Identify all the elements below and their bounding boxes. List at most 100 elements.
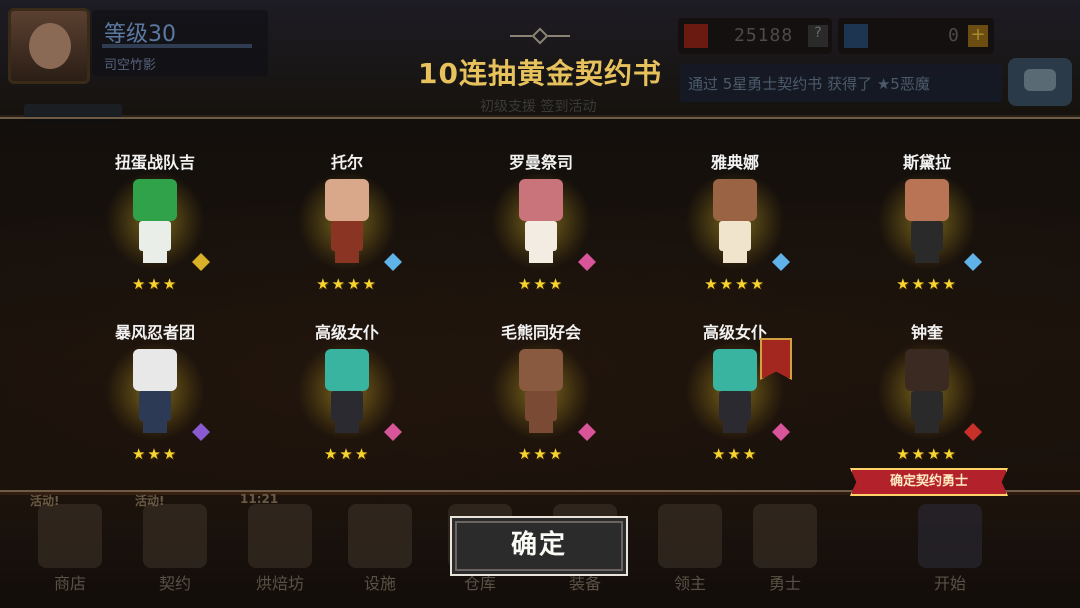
- hero-body: [911, 391, 943, 421]
- gold-icon: [684, 24, 708, 48]
- hero-sprite: [705, 179, 765, 265]
- gem-icon: [844, 24, 868, 48]
- nav-badge: 活动!: [30, 494, 60, 508]
- hero-legs: [915, 251, 939, 263]
- hero-body: [331, 391, 363, 421]
- hero-body: [719, 391, 751, 421]
- gem-counter: 0 +: [838, 18, 994, 54]
- hero-card[interactable]: 雅典娜 ★★★★: [660, 149, 810, 309]
- nav-icon: [143, 504, 207, 568]
- activity-labels: 初级支援 签到活动: [480, 96, 596, 116]
- hero-head: [519, 349, 563, 391]
- hero-sprite: [897, 179, 957, 265]
- hero-head: [713, 179, 757, 221]
- weapon-type-icon: [384, 253, 402, 271]
- weapon-type-icon: [964, 423, 982, 441]
- hero-legs: [723, 421, 747, 433]
- hero-card[interactable]: 钟奎 ★★★★: [852, 319, 1002, 479]
- hero-name: 斯黛拉: [902, 153, 951, 172]
- hero-stars: ★★★: [517, 275, 565, 293]
- hero-body: [525, 221, 557, 251]
- hero-stars: ★★★: [323, 445, 371, 463]
- exp-bar: [102, 44, 252, 48]
- nav-icon: [38, 504, 102, 568]
- nav-item[interactable]: 勇士: [745, 494, 825, 608]
- hero-sprite: [317, 349, 377, 435]
- weapon-type-icon: [192, 423, 210, 441]
- hero-legs: [335, 421, 359, 433]
- hero-sprite: [317, 179, 377, 265]
- hero-body: [719, 221, 751, 251]
- hero-name: 暴风忍者团: [114, 323, 195, 342]
- hero-stars: ★★★★: [896, 275, 958, 293]
- nav-label: 勇士: [768, 574, 801, 593]
- hero-head: [905, 179, 949, 221]
- gold-counter: 25188 ?: [678, 18, 832, 54]
- hero-name: 高级女仆: [314, 323, 379, 342]
- start-button[interactable]: 开始: [910, 494, 990, 598]
- nav-icon: [248, 504, 312, 568]
- hero-stars: ★★★: [517, 445, 565, 463]
- hero-card[interactable]: 高级女仆 ★★★: [272, 319, 422, 479]
- gem-add-button[interactable]: +: [968, 25, 988, 47]
- weapon-type-icon: [772, 423, 790, 441]
- hero-card[interactable]: 罗曼祭司 ★★★: [466, 149, 616, 309]
- hero-head: [133, 179, 177, 221]
- nav-item[interactable]: 活动! 契约: [135, 494, 215, 608]
- nav-badge: 活动!: [135, 494, 165, 508]
- nav-item[interactable]: 设施: [340, 494, 420, 608]
- hero-head: [519, 179, 563, 221]
- hero-sprite: [511, 349, 571, 435]
- hero-body: [139, 391, 171, 421]
- hero-name: 扭蛋战队吉: [114, 153, 195, 172]
- hero-head: [133, 349, 177, 391]
- hero-legs: [529, 251, 553, 263]
- hero-head: [325, 179, 369, 221]
- hero-card[interactable]: 暴风忍者团 ★★★: [80, 319, 230, 479]
- hero-card[interactable]: 毛熊同好会 ★★★: [466, 319, 616, 479]
- draw-result-panel: 扭蛋战队吉 ★★★ 托尔 ★★★★ 罗曼祭司 ★★★ 雅典娜 ★★★★ 斯黛拉 ★★★★ 暴风忍者团…: [0, 117, 1080, 492]
- hero-card[interactable]: 斯黛拉 ★★★★: [852, 149, 1002, 309]
- confirm-hero-ribbon: 确定契约勇士: [850, 468, 1008, 496]
- nav-label: 领主: [673, 574, 706, 593]
- hero-stars: ★★★: [131, 275, 179, 293]
- hero-legs: [529, 421, 553, 433]
- hero-stars: ★★★★: [896, 445, 958, 463]
- hero-name: 罗曼祭司: [508, 153, 573, 172]
- hero-stars: ★★★: [711, 445, 759, 463]
- nav-item[interactable]: 领主: [650, 494, 730, 608]
- hero-sprite: [897, 349, 957, 435]
- hero-sprite: [511, 179, 571, 265]
- nav-item[interactable]: 11:21 烘焙坊: [240, 492, 320, 608]
- nav-item[interactable]: 活动! 商店: [30, 494, 110, 608]
- start-icon: [918, 504, 982, 568]
- nav-label: 契约: [158, 574, 191, 593]
- hero-body: [139, 221, 171, 251]
- weapon-type-icon: [578, 253, 596, 271]
- weapon-type-icon: [384, 423, 402, 441]
- confirm-button[interactable]: 确定: [450, 516, 628, 576]
- hero-legs: [723, 251, 747, 263]
- hero-body: [911, 221, 943, 251]
- hero-sprite: [705, 349, 765, 435]
- hero-body: [525, 391, 557, 421]
- hero-name: 钟奎: [910, 323, 943, 342]
- hero-name: 托尔: [330, 153, 363, 172]
- hero-legs: [143, 251, 167, 263]
- hero-head: [905, 349, 949, 391]
- nav-icon: [658, 504, 722, 568]
- gold-help-button[interactable]: ?: [808, 25, 828, 47]
- gold-value: 25188: [734, 25, 794, 46]
- nav-badge: 11:21: [240, 492, 279, 506]
- hero-head: [713, 349, 757, 391]
- activity-label-support: 初级支援: [480, 99, 536, 115]
- hero-name: 毛熊同好会: [500, 323, 581, 342]
- start-label: 开始: [933, 574, 966, 593]
- hero-stars: ★★★★: [316, 275, 378, 293]
- hero-stars: ★★★: [131, 445, 179, 463]
- activity-label-signin: 签到活动: [540, 99, 597, 115]
- hero-card[interactable]: 扭蛋战队吉 ★★★: [80, 149, 230, 309]
- weapon-type-icon: [772, 253, 790, 271]
- hero-sprite: [125, 179, 185, 265]
- hero-card[interactable]: 托尔 ★★★★: [272, 149, 422, 309]
